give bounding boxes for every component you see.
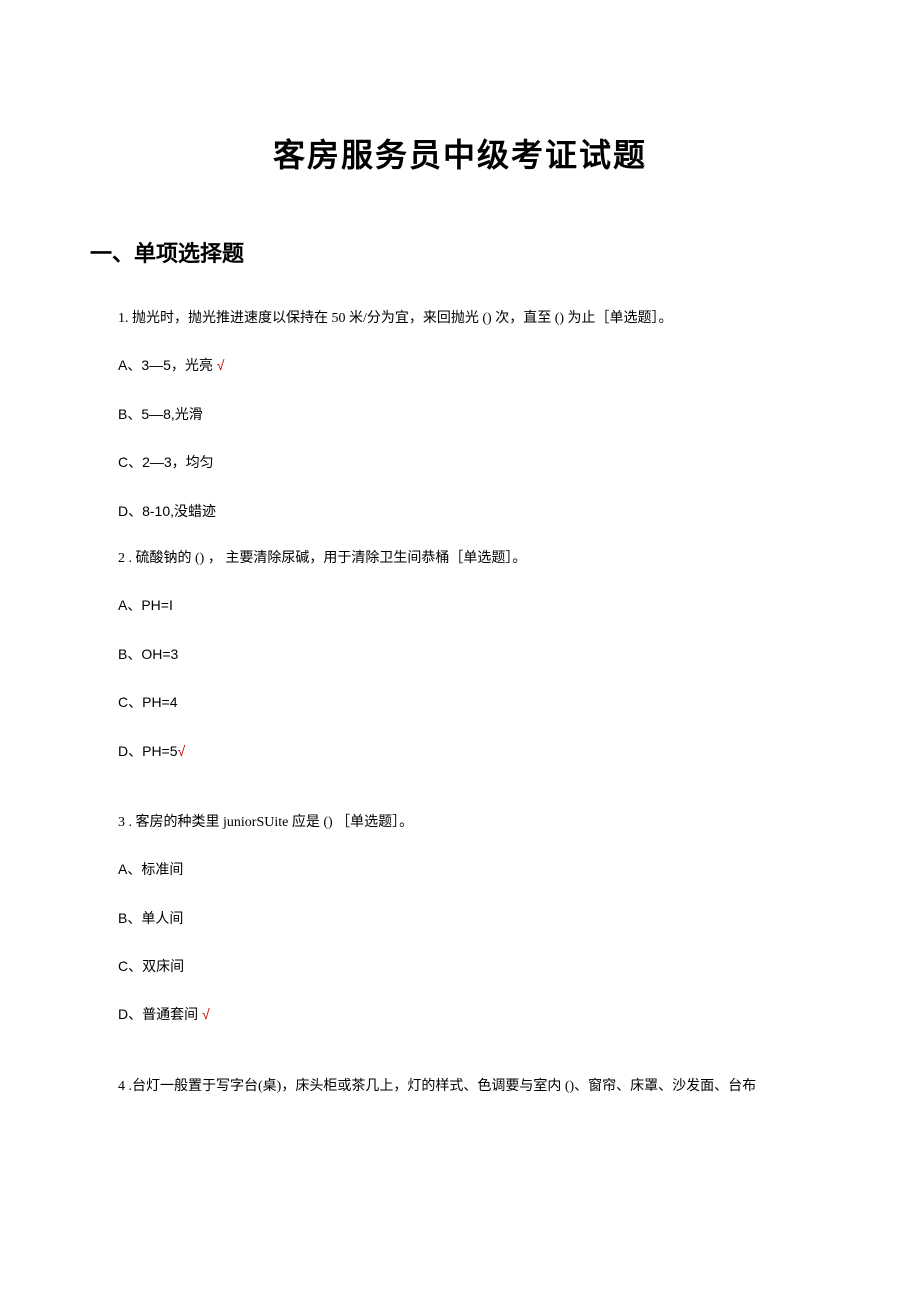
- option-label: A、标准间: [118, 861, 183, 877]
- option-label: D、普通套间: [118, 1006, 198, 1022]
- question-text: 1. 抛光时，抛光推进速度以保持在 50 米/分为宜，来回抛光 () 次，直至 …: [118, 308, 830, 330]
- option: B、5—8,光滑: [118, 403, 830, 427]
- page-title: 客房服务员中级考证试题: [90, 130, 830, 176]
- option-label: B、5—8,光滑: [118, 406, 203, 422]
- option-label: C、PH=4: [118, 694, 178, 710]
- question-text: 3 . 客房的种类里 juniorSUite 应是 () ［单选题］。: [118, 812, 830, 834]
- option-label: C、2—3，均匀: [118, 454, 214, 470]
- question-list: 1. 抛光时，抛光推进速度以保持在 50 米/分为宜，来回抛光 () 次，直至 …: [90, 308, 830, 1098]
- option: C、双床间: [118, 955, 830, 979]
- option-label: A、3—5，光亮: [118, 357, 213, 373]
- spacer: [118, 788, 830, 812]
- option-label: B、单人间: [118, 910, 183, 926]
- option: C、PH=4: [118, 691, 830, 715]
- option-label: A、PH=I: [118, 597, 173, 613]
- option: D、PH=5√: [118, 740, 830, 764]
- option: A、PH=I: [118, 594, 830, 618]
- spacer: [118, 1052, 830, 1076]
- option: A、3—5，光亮 √: [118, 354, 830, 378]
- option: B、OH=3: [118, 643, 830, 667]
- question-text: 2 . 硫酸钠的 () ， 主要清除尿碱，用于清除卫生间恭桶［单选题］。: [118, 548, 830, 570]
- option: D、普通套间 √: [118, 1003, 830, 1027]
- question-text: 4 .台灯一般置于写字台(桌)，床头柜或茶几上，灯的样式、色调要与室内 ()、窗…: [118, 1076, 830, 1098]
- option-label: B、OH=3: [118, 646, 178, 662]
- option-label: D、PH=5: [118, 743, 178, 759]
- section-heading: 一、单项选择题: [90, 236, 830, 268]
- option-label: D、8-10,没蜡迹: [118, 503, 216, 519]
- option: D、8-10,没蜡迹: [118, 500, 830, 524]
- option: A、标准间: [118, 858, 830, 882]
- check-mark-icon: √: [213, 357, 225, 373]
- option-label: C、双床间: [118, 958, 184, 974]
- check-mark-icon: √: [198, 1006, 210, 1022]
- option: C、2—3，均匀: [118, 451, 830, 475]
- check-mark-icon: √: [178, 743, 186, 759]
- option: B、单人间: [118, 907, 830, 931]
